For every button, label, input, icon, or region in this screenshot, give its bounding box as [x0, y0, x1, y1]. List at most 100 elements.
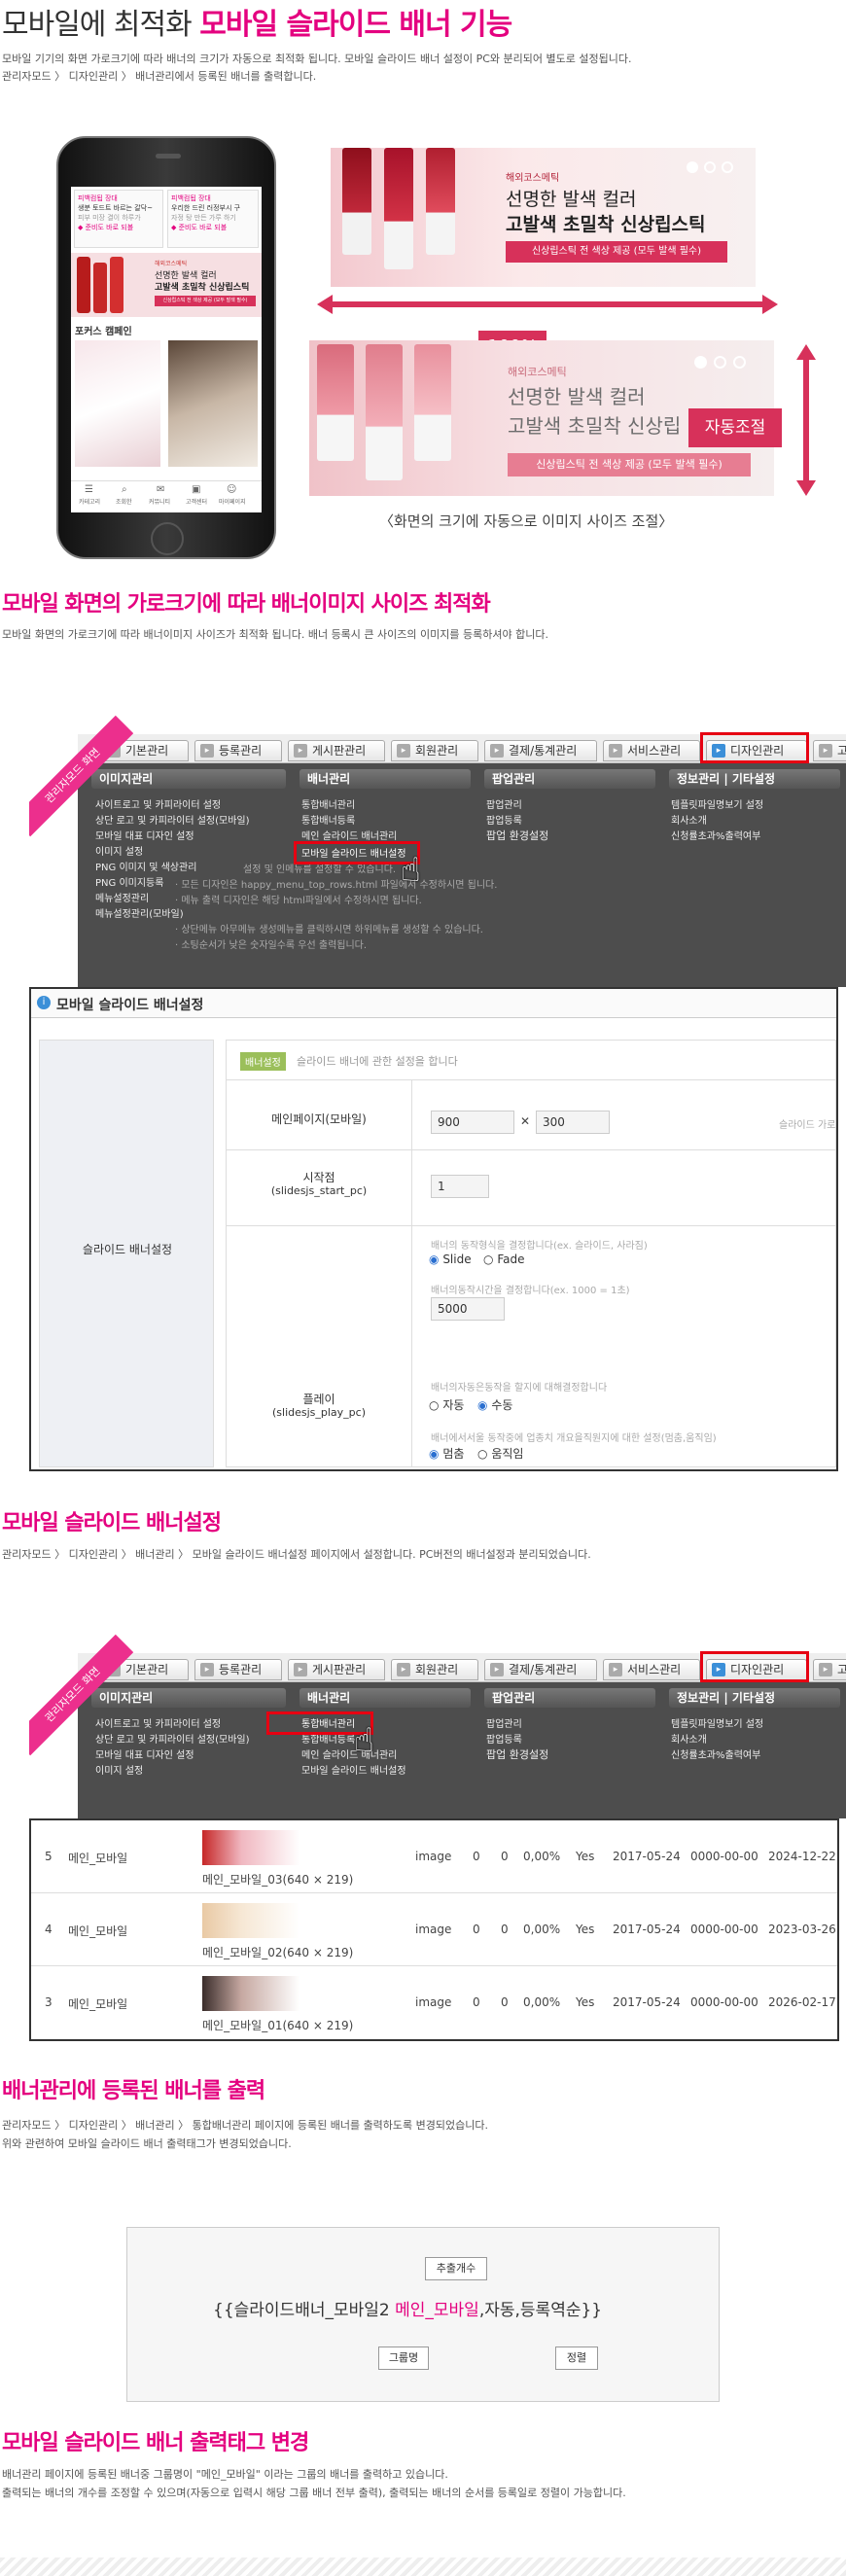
menu-item[interactable]: 템플릿파일명보기 설정	[671, 796, 763, 811]
banner-large: 해외코스메틱 선명한 발색 컬러 고발색 초밀착 신상립스틱 신상립스틱 전 색…	[331, 148, 756, 287]
tab-register[interactable]: ▸ 등록관리	[194, 740, 282, 761]
effect-radio-slide[interactable]: ◉ Slide	[429, 1253, 472, 1266]
menu-item[interactable]: 통합배너관리	[301, 796, 355, 811]
pause-radio-move[interactable]: ○ 움직임	[477, 1445, 523, 1462]
phone-speaker	[156, 154, 181, 159]
section1-desc-1: 모바일 기기의 화면 가로크기에 따라 배너의 크기가 자동으로 최적화 됩니다…	[2, 53, 632, 65]
menu-head-image[interactable]: 이미지관리	[91, 1688, 286, 1708]
menu-item[interactable]: 상단 로고 및 카피라이터 설정(모바일)	[95, 1731, 250, 1746]
menu-item[interactable]: 통합배너등록	[301, 812, 355, 827]
radio-empty-icon: ○	[483, 1253, 494, 1266]
tab-board[interactable]: ▸ 게시판관리	[288, 1659, 385, 1680]
tag-code-box: 추출개수 {{슬라이드배너_모바일2 메인_모바일,자동,등록역순}} 그룹명 …	[126, 2227, 720, 2402]
banner-thumbnail	[202, 1830, 300, 1865]
menu-item[interactable]: 메인 슬라이드 배너관리	[301, 828, 397, 842]
menu-item[interactable]: 모바일 슬라이드 배너설정	[301, 1762, 406, 1777]
menu-icon: ☰	[85, 484, 93, 495]
menu-item[interactable]: 메인 슬라이드 배너관리	[301, 1747, 397, 1761]
interval-input[interactable]: 5000	[431, 1297, 505, 1321]
menu-head-popup[interactable]: 팝업관리	[484, 769, 655, 789]
menu-item[interactable]: 모바일 대표 디자인 설정	[95, 828, 194, 842]
tab-member[interactable]: ▸ 회원관리	[391, 740, 478, 761]
pause-radio-stop[interactable]: ◉ 멈춤	[429, 1445, 464, 1462]
arrow-down-head	[796, 480, 816, 496]
menu-head-banner[interactable]: 배너관리	[300, 1688, 471, 1708]
tab-payment[interactable]: ▸ 결제/통계관리	[484, 740, 597, 761]
menu-item[interactable]: 사이트로고 및 카피라이터 설정	[95, 796, 221, 811]
admin-menu-panel: 이미지관리 배너관리 팝업관리 정보관리 | 기타설정 사이트로고 및 카피라이…	[78, 763, 846, 987]
highlight-design-tab	[700, 732, 809, 763]
menu-item[interactable]: 팝업 환경설정	[486, 1747, 548, 1762]
admin-note: · 모든 디자인은 happy_menu_top_rows.html 파일에서 …	[175, 880, 498, 891]
user-icon: ☺	[227, 484, 237, 495]
section5-title: 모바일 슬라이드 배너 출력태그 변경	[2, 2431, 309, 2455]
menu-item[interactable]: 회사소개	[671, 1731, 707, 1746]
tab-board[interactable]: ▸ 게시판관리	[288, 740, 385, 761]
size-hint: 슬라이드 가로	[779, 1120, 836, 1131]
play-sub: (slidesjs_play_pc)	[271, 1406, 366, 1419]
banner-table: 5 메인_모바일 메인_모바일_03(640 × 219) image 0 0 …	[29, 1818, 839, 2041]
footer-stripes	[0, 2558, 846, 2576]
phone-promo-box-1: 피백컴됩 장대 생분 토드트 바르는 갈닥~ 피부 미장 결이 하루가 ◆ 준비…	[74, 190, 163, 248]
settings-badge: 배너설정	[240, 1052, 286, 1071]
menu-item[interactable]: 상단 로고 및 카피라이터 설정(모바일)	[95, 812, 250, 827]
menu-item[interactable]: 사이트로고 및 카피라이터 설정	[95, 1715, 221, 1730]
menu-item[interactable]: 템플릿파일명보기 설정	[671, 1715, 763, 1730]
section1-desc-2: 관리자모드 〉 디자인관리 〉 배너관리에서 등록된 배너를 출력합니다.	[2, 70, 317, 83]
start-input[interactable]: 1	[431, 1175, 489, 1198]
menu-item[interactable]: 이미지 설정	[95, 843, 143, 858]
tab-register[interactable]: ▸ 등록관리	[194, 1659, 282, 1680]
phone-banner: 해외코스메틱 선명한 발색 컬러 고발색 초밀착 신상립스틱 신상립스틱 전 색…	[71, 253, 262, 317]
effect-radio-fade[interactable]: ○ Fade	[483, 1253, 524, 1266]
menu-item[interactable]: 팝업등록	[486, 1731, 522, 1746]
play-radio-auto[interactable]: ○ 자동	[429, 1396, 464, 1413]
menu-head-info[interactable]: 정보관리 | 기타설정	[669, 1688, 840, 1708]
tab-service[interactable]: ▸ 서비스관리	[603, 740, 700, 761]
table-row[interactable]: 4 메인_모바일 메인_모바일_02(640 × 219) image 0 0 …	[31, 1893, 837, 1966]
tab-icon: ▸	[200, 1663, 214, 1676]
phone-nav-item[interactable]: 조회한	[116, 497, 132, 506]
table-row[interactable]: 5 메인_모바일 메인_모바일_03(640 × 219) image 0 0 …	[31, 1820, 837, 1893]
menu-item[interactable]: 팝업 환경설정	[486, 828, 548, 843]
menu-item[interactable]: 신청률초과%출력여부	[671, 828, 760, 842]
tag-code: {{슬라이드배너_모바일2 메인_모바일,자동,등록역순}}	[213, 2301, 603, 2320]
section5-desc-1: 배너관리 페이지에 등록된 배너중 그룹명이 "메인_모바일" 이라는 그룹의 …	[2, 2468, 448, 2481]
height-input[interactable]: 300	[536, 1111, 610, 1134]
play-radio-manual[interactable]: ◉ 수동	[477, 1396, 512, 1413]
menu-item[interactable]: 메뉴설정관리(모바일)	[95, 905, 184, 920]
tab-advanced[interactable]: ▸고급기	[813, 1659, 846, 1680]
menu-head-info[interactable]: 정보관리 | 기타설정	[669, 769, 840, 789]
menu-item[interactable]: 팝업관리	[486, 796, 522, 811]
phone-nav-item[interactable]: 고객센터	[186, 497, 207, 506]
arrow-right-head	[762, 295, 778, 314]
admin-menu-panel: 이미지관리 배너관리 팝업관리 정보관리 | 기타설정 사이트로고 및 카피라이…	[78, 1682, 846, 1818]
menu-item[interactable]: PNG 이미지 및 색상관리	[95, 859, 196, 873]
resize-caption: 〈화면의 크기에 자동으로 이미지 사이즈 조절〉	[379, 512, 674, 530]
menu-head-image[interactable]: 이미지관리	[91, 769, 286, 789]
section1-title-emphasis: 모바일 슬라이드 배너 기능	[199, 8, 512, 42]
tab-advanced[interactable]: ▸고급기	[813, 740, 846, 761]
width-input[interactable]: 900	[431, 1111, 514, 1134]
tab-payment[interactable]: ▸ 결제/통계관리	[484, 1659, 597, 1680]
phone-nav-item[interactable]: 카테고리	[79, 497, 100, 506]
menu-item[interactable]: 팝업관리	[486, 1715, 522, 1730]
menu-head-banner[interactable]: 배너관리	[300, 769, 471, 789]
menu-item[interactable]: PNG 이미지등록	[95, 874, 163, 889]
menu-head-popup[interactable]: 팝업관리	[484, 1688, 655, 1708]
menu-item[interactable]: 신청률초과%출력여부	[671, 1747, 760, 1761]
menu-item[interactable]: 이미지 설정	[95, 1762, 143, 1777]
tab-icon: ▸	[200, 744, 214, 758]
tab-member[interactable]: ▸ 회원관리	[391, 1659, 478, 1680]
menu-item[interactable]: 회사소개	[671, 812, 707, 827]
settings-title: 모바일 슬라이드 배너설정	[56, 998, 204, 1013]
phone-nav-item[interactable]: 커뮤니티	[149, 497, 170, 506]
table-row[interactable]: 3 메인_모바일 메인_모바일_01(640 × 219) image 0 0 …	[31, 1966, 837, 2039]
section2-desc: 모바일 화면의 가로크기에 따라 배너이미지 사이즈가 최적화 됩니다. 배너 …	[2, 628, 548, 641]
callout-sort: 정렬	[555, 2347, 598, 2370]
menu-item[interactable]: 팝업등록	[486, 812, 522, 827]
tab-service[interactable]: ▸ 서비스관리	[603, 1659, 700, 1680]
settings-side: 슬라이드 배너설정	[39, 1040, 214, 1467]
menu-item[interactable]: 모바일 대표 디자인 설정	[95, 1747, 194, 1761]
menu-item[interactable]: 메뉴설정관리	[95, 890, 149, 904]
phone-nav-item[interactable]: 마이페이지	[219, 497, 246, 506]
